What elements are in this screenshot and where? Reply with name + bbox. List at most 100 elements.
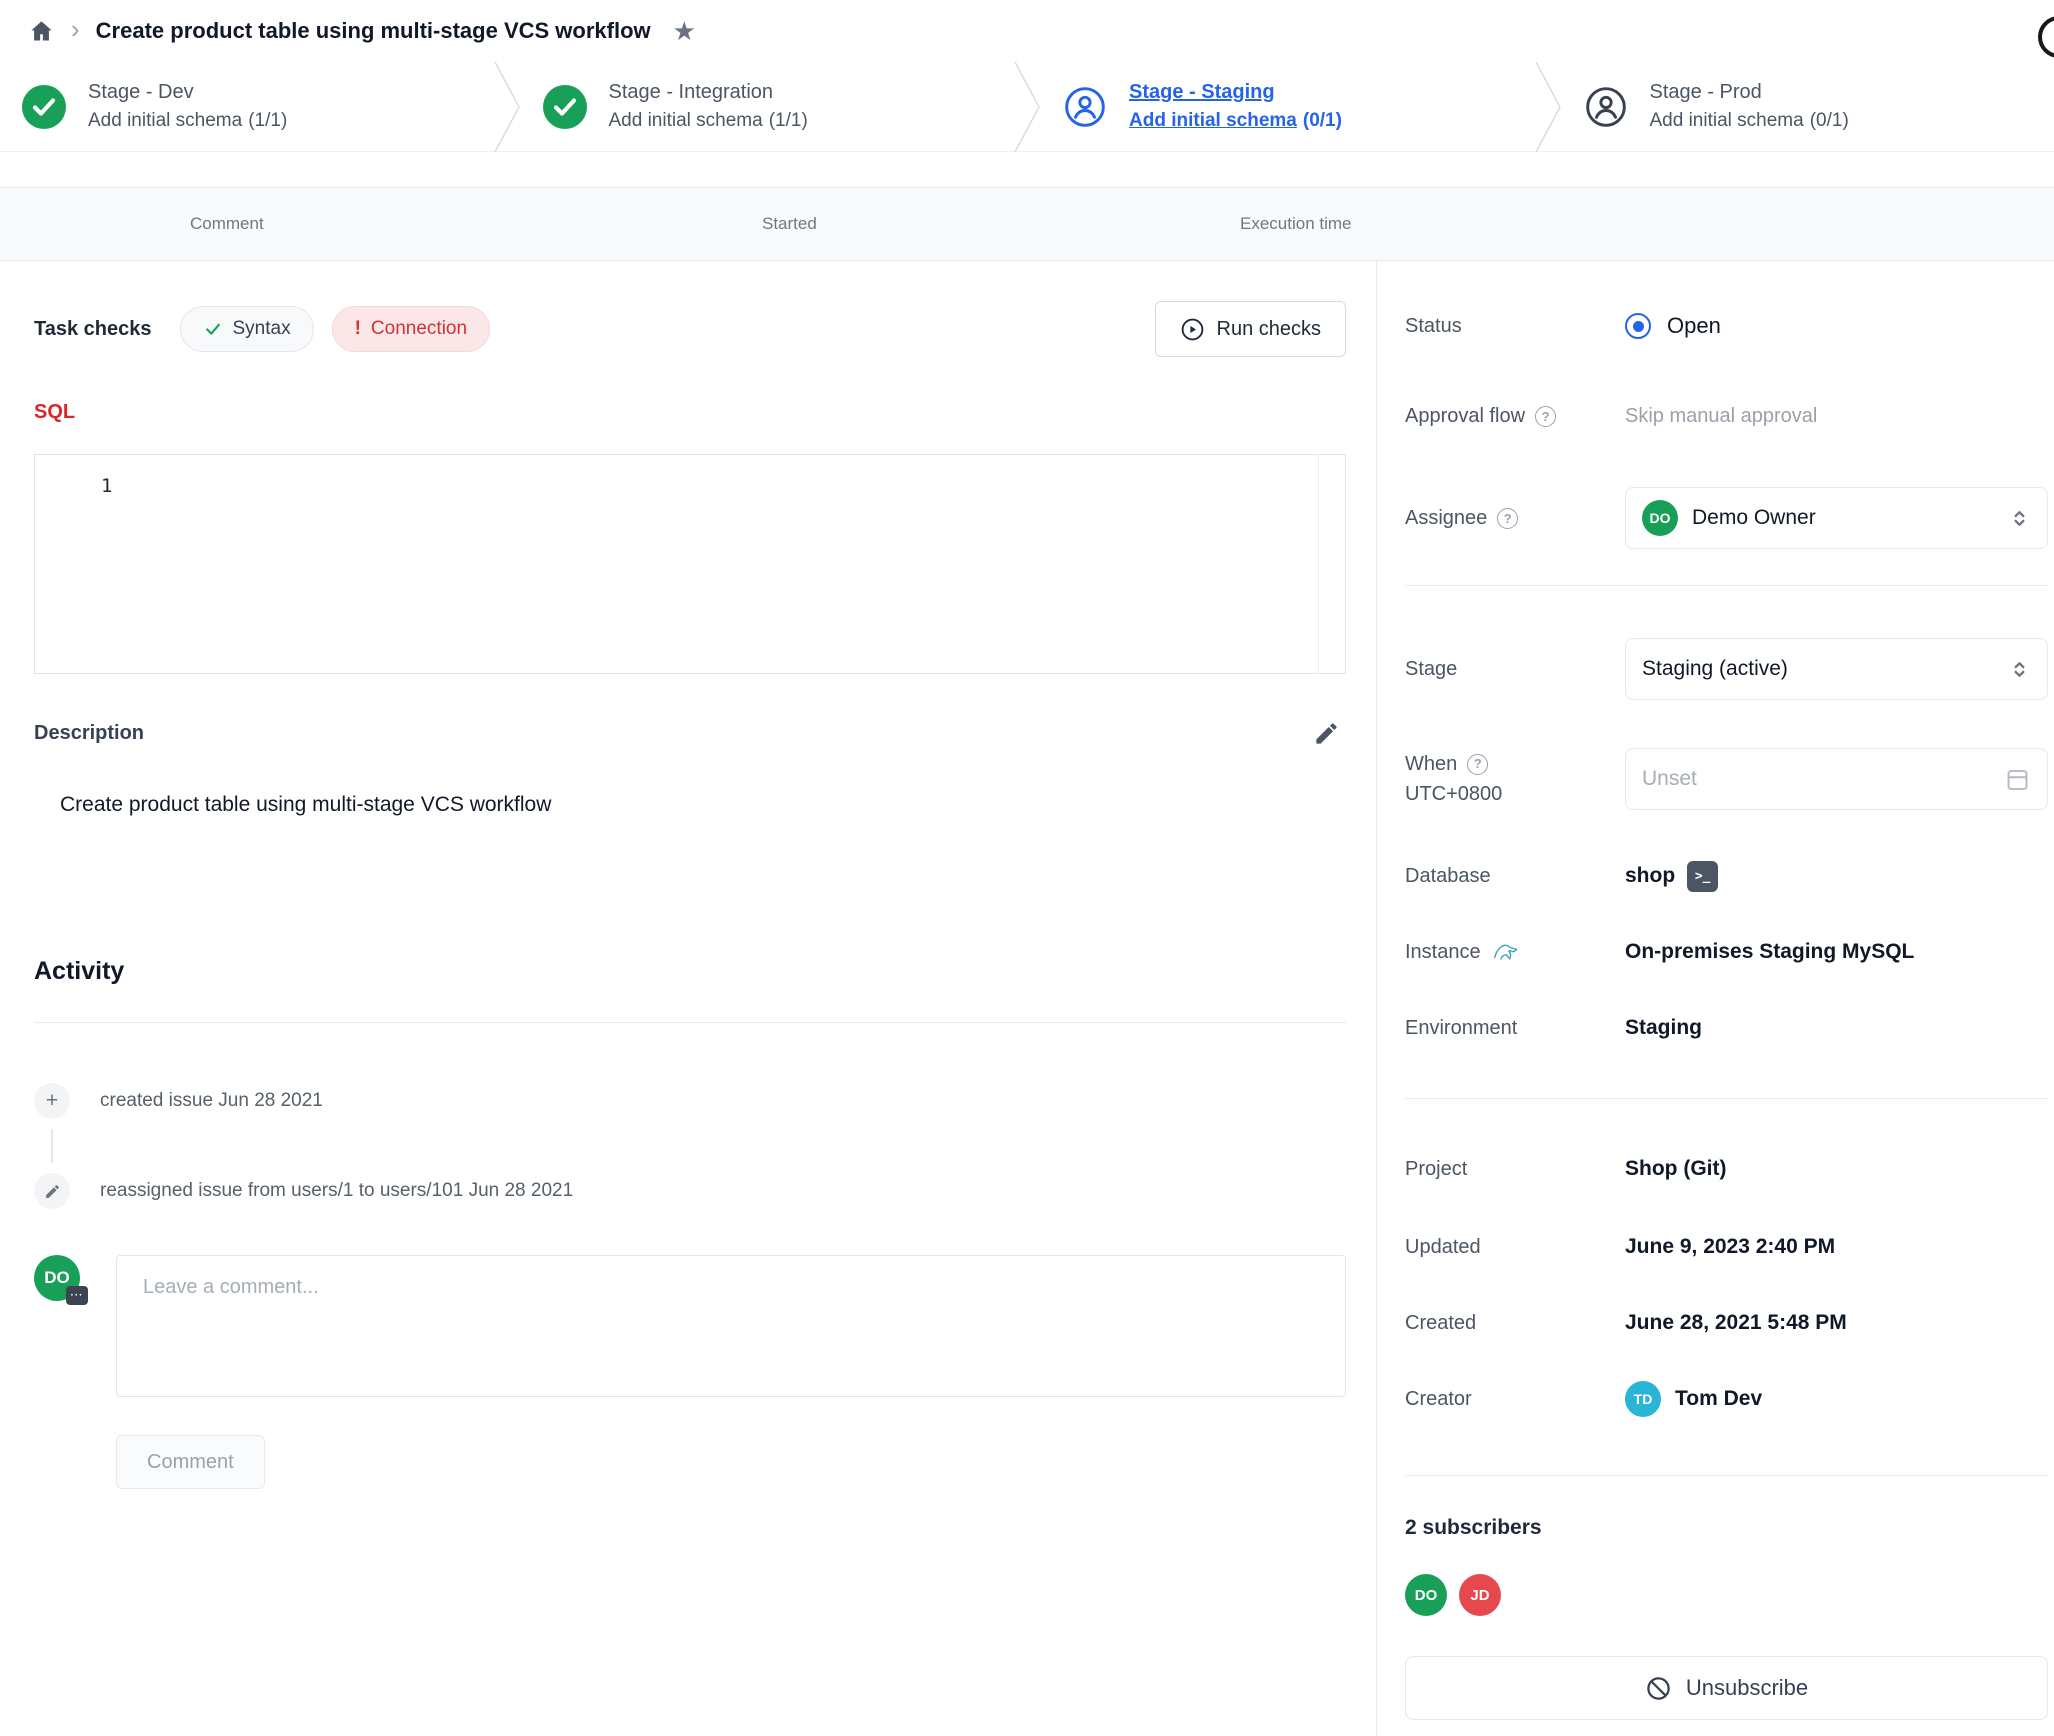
- stage-done-icon: [22, 85, 66, 129]
- creator-row: Creator TD Tom Dev: [1405, 1377, 2048, 1421]
- database-label: Database: [1405, 865, 1625, 888]
- stage-task-count: (1/1): [248, 110, 287, 131]
- ban-icon: [1645, 1675, 1672, 1702]
- sidebar-divider: [1405, 1475, 2048, 1476]
- stage-item-staging[interactable]: Stage - Staging Add initial schema (0/1): [1041, 62, 1534, 151]
- edit-pencil-icon[interactable]: [1313, 720, 1340, 747]
- page-title: Create product table using multi-stage V…: [96, 18, 651, 44]
- assignee-value: Demo Owner: [1692, 506, 1816, 530]
- stage-title-link[interactable]: Stage - Staging: [1129, 81, 1342, 104]
- check-icon: [203, 319, 223, 339]
- task-checks-label: Task checks: [34, 318, 152, 341]
- approval-flow-value: Skip manual approval: [1625, 405, 1817, 428]
- stage-task-count: (0/1): [1303, 110, 1342, 131]
- instance-row: Instance On-premises Staging MySQL: [1405, 934, 2048, 970]
- connection-check-label: Connection: [371, 318, 467, 340]
- stage-separator: [1013, 62, 1041, 152]
- instance-label: Instance: [1405, 941, 1481, 964]
- issue-detail-page: › Create product table using multi-stage…: [0, 0, 2054, 1736]
- breadcrumb: › Create product table using multi-stage…: [0, 0, 2054, 62]
- help-icon[interactable]: ?: [1467, 754, 1488, 775]
- mysql-icon: [1491, 937, 1521, 967]
- instance-value: On-premises Staging MySQL: [1625, 940, 1914, 964]
- column-header-comment: Comment: [190, 214, 264, 234]
- sql-editor[interactable]: 1: [34, 454, 1346, 674]
- creator-label: Creator: [1405, 1388, 1625, 1411]
- activity-event-text: created issue Jun 28 2021: [100, 1090, 323, 1112]
- comment-input[interactable]: [116, 1255, 1346, 1397]
- status-radio[interactable]: [1625, 313, 1651, 339]
- environment-row: Environment Staging: [1405, 1010, 2048, 1046]
- connection-check-pill[interactable]: ! Connection: [332, 306, 490, 352]
- status-label: Status: [1405, 315, 1625, 338]
- unsubscribe-button[interactable]: Unsubscribe: [1405, 1656, 2048, 1720]
- run-checks-button[interactable]: Run checks: [1155, 301, 1347, 357]
- when-timezone: UTC+0800: [1405, 783, 1502, 805]
- updated-label: Updated: [1405, 1236, 1625, 1259]
- stage-title: Stage - Integration: [609, 81, 808, 104]
- activity-event-text: reassigned issue from users/1 to users/1…: [100, 1180, 573, 1202]
- avatar: DO: [1405, 1574, 1447, 1616]
- column-header-started: Started: [762, 214, 817, 234]
- run-checks-label: Run checks: [1217, 318, 1322, 341]
- assignee-label: Assignee: [1405, 507, 1487, 530]
- when-input[interactable]: [1642, 767, 1994, 791]
- timeline-connector: [51, 1129, 53, 1163]
- syntax-check-pill[interactable]: Syntax: [180, 306, 314, 352]
- stage-item-dev[interactable]: Stage - Dev Add initial schema(1/1): [0, 62, 493, 151]
- comment-button[interactable]: Comment: [116, 1435, 265, 1489]
- stage-strip: Stage - Dev Add initial schema(1/1) Stag…: [0, 62, 2054, 152]
- status-value: Open: [1667, 313, 1721, 339]
- avatar: JD: [1459, 1574, 1501, 1616]
- stage-person-icon: [1584, 85, 1628, 129]
- stage-title: Stage - Prod: [1650, 81, 1849, 104]
- sidebar-divider: [1405, 1098, 2048, 1099]
- task-table-header: Comment Started Execution time: [0, 187, 2054, 261]
- breadcrumb-chevron-icon: ›: [71, 16, 80, 42]
- database-row: Database shop >_: [1405, 858, 2048, 894]
- avatar: TD: [1625, 1381, 1661, 1417]
- exclamation-icon: !: [355, 318, 361, 340]
- when-label: When: [1405, 749, 1457, 779]
- approval-flow-label: Approval flow: [1405, 405, 1525, 428]
- help-icon[interactable]: ?: [1497, 508, 1518, 529]
- stage-item-prod[interactable]: Stage - Prod Add initial schema(0/1): [1562, 62, 2054, 151]
- stage-row: Stage Staging (active): [1405, 638, 2048, 700]
- stage-item-integration[interactable]: Stage - Integration Add initial schema(1…: [521, 62, 1014, 151]
- unsubscribe-label: Unsubscribe: [1686, 1675, 1808, 1701]
- stage-title: Stage - Dev: [88, 81, 287, 104]
- description-label: Description: [34, 722, 144, 745]
- project-label: Project: [1405, 1158, 1625, 1181]
- environment-label: Environment: [1405, 1017, 1625, 1040]
- sql-editor-link-icon[interactable]: >_: [1687, 861, 1718, 892]
- assignee-row: Assignee ? DO Demo Owner: [1405, 487, 2048, 549]
- issue-sidebar: Status Open Approval flow ? Skip manual …: [1376, 261, 2054, 1736]
- avatar: DO: [1642, 500, 1678, 536]
- task-checks-row: Task checks Syntax ! Connection Run chec…: [34, 301, 1346, 357]
- assignee-select[interactable]: DO Demo Owner: [1625, 487, 2048, 549]
- project-row: Project Shop (Git): [1405, 1151, 2048, 1187]
- created-row: Created June 28, 2021 5:48 PM: [1405, 1305, 2048, 1341]
- sql-section-label: SQL: [34, 401, 1346, 424]
- creator-value: Tom Dev: [1675, 1387, 1762, 1411]
- stage-select[interactable]: Staging (active): [1625, 638, 2048, 700]
- stage-separator: [1534, 62, 1562, 152]
- sidebar-divider: [1405, 585, 2048, 586]
- stage-task: Add initial schema: [1650, 110, 1804, 131]
- project-value: Shop (Git): [1625, 1157, 1726, 1181]
- help-icon[interactable]: ?: [1535, 406, 1556, 427]
- activity-event: reassigned issue from users/1 to users/1…: [34, 1169, 1346, 1213]
- help-circle-icon[interactable]: [2038, 16, 2054, 58]
- home-icon[interactable]: [28, 18, 55, 45]
- stage-value: Staging (active): [1642, 657, 1788, 681]
- pencil-icon: [34, 1173, 70, 1209]
- star-icon[interactable]: ★: [673, 16, 696, 47]
- stage-task-link[interactable]: Add initial schema: [1129, 110, 1297, 131]
- when-datetime-picker[interactable]: [1625, 748, 2048, 810]
- main-column: Task checks Syntax ! Connection Run chec…: [0, 261, 1376, 1736]
- column-header-execution-time: Execution time: [1240, 214, 1352, 234]
- status-row: Status Open: [1405, 309, 2048, 343]
- activity-event: + created issue Jun 28 2021: [34, 1079, 1346, 1123]
- play-circle-icon: [1180, 317, 1205, 342]
- editor-scrollbar[interactable]: [1318, 455, 1319, 673]
